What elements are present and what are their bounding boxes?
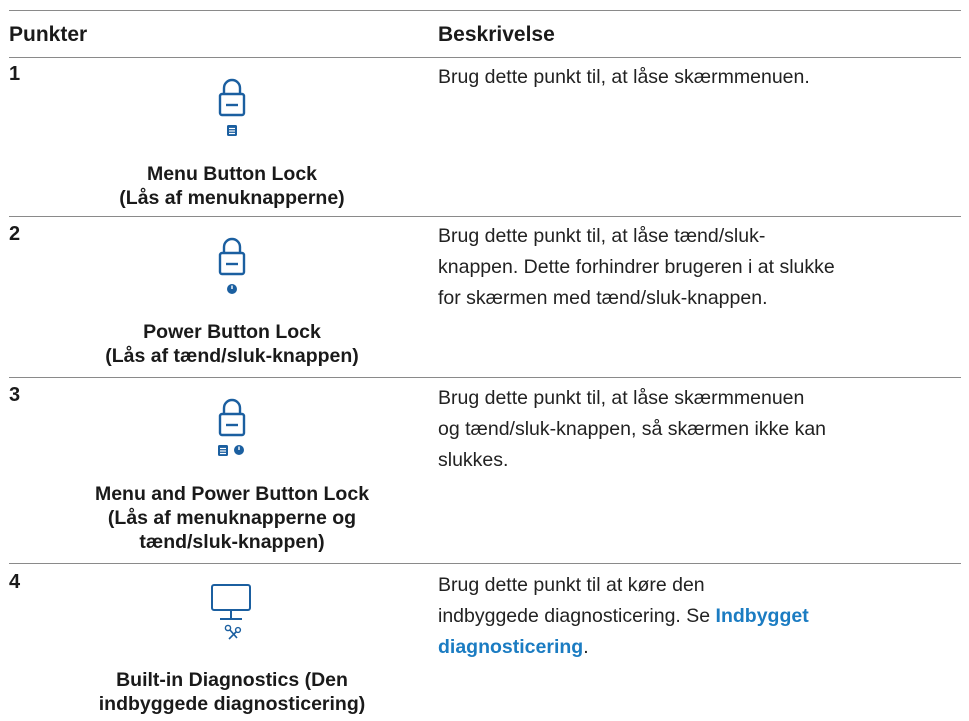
row-number: 3: [9, 384, 21, 406]
diagnostics-link[interactable]: Indbygget: [716, 605, 809, 627]
description-text: .: [583, 636, 589, 658]
header-rule: [9, 57, 961, 58]
diagnostics-link[interactable]: diagnosticering: [438, 636, 583, 658]
description-line: Brug dette punkt til, at låse skærmmenue…: [438, 387, 805, 409]
description-line: indbyggede diagnosticering. Se Indbygget: [438, 601, 938, 632]
setting-name-line: Menu Button Lock: [146, 163, 318, 185]
row-rule: [9, 563, 961, 564]
setting-name: Power Button Lock (Lås af tænd/sluk-knap…: [62, 320, 402, 368]
setting-description: Brug dette punkt til at køre den indbygg…: [438, 570, 938, 663]
lock-menu-icon: [218, 78, 246, 136]
table-top-rule: [9, 10, 961, 11]
setting-name: Menu Button Lock (Lås af menuknapperne): [62, 162, 402, 210]
setting-name-line: (Lås af menuknapperne): [119, 187, 345, 209]
setting-description: Brug dette punkt til, at låse skærmmenue…: [438, 62, 938, 93]
setting-name-line: indbyggede diagnosticering): [98, 693, 366, 715]
lock-power-icon: [218, 237, 246, 294]
description-line: for skærmen med tænd/sluk-knappen.: [438, 287, 768, 309]
setting-name-line: Built-in Diagnostics (Den: [116, 669, 348, 691]
row-number: 1: [9, 63, 21, 85]
row-rule: [9, 216, 961, 217]
setting-name-line: Menu and Power Button Lock: [94, 483, 370, 505]
row-number: 4: [9, 571, 21, 593]
setting-name-line: Power Button Lock: [143, 321, 321, 343]
description-line: Brug dette punkt til at køre den: [438, 574, 705, 596]
row-rule: [9, 377, 961, 378]
description-line: slukkes.: [438, 449, 509, 471]
description-line: knappen. Dette forhindrer brugeren i at …: [438, 256, 835, 278]
header-punkter: Punkter: [9, 23, 88, 46]
setting-name: Built-in Diagnostics (Den indbyggede dia…: [62, 668, 402, 716]
row-number: 2: [9, 223, 21, 245]
setting-description: Brug dette punkt til, at låse tænd/sluk-…: [438, 221, 938, 314]
description-line: Brug dette punkt til, at låse tænd/sluk-: [438, 225, 766, 247]
description-line: diagnosticering.: [438, 632, 938, 663]
description-text: indbyggede diagnosticering. Se: [438, 605, 716, 627]
description-line: og tænd/sluk-knappen, så skærmen ikke ka…: [438, 418, 827, 440]
description-line: Brug dette punkt til, at låse skærmmenue…: [438, 66, 810, 88]
setting-name: Menu and Power Button Lock (Lås af menuk…: [62, 482, 402, 554]
lock-menu-power-icon: [218, 398, 246, 456]
monitor-diagnostics-icon: [211, 584, 251, 640]
setting-description: Brug dette punkt til, at låse skærmmenue…: [438, 383, 938, 476]
setting-name-line: tænd/sluk-knappen): [139, 531, 325, 553]
setting-name-line: (Lås af menuknapperne og: [107, 507, 357, 529]
header-beskrivelse: Beskrivelse: [438, 23, 555, 46]
setting-name-line: (Lås af tænd/sluk-knappen): [105, 345, 359, 367]
